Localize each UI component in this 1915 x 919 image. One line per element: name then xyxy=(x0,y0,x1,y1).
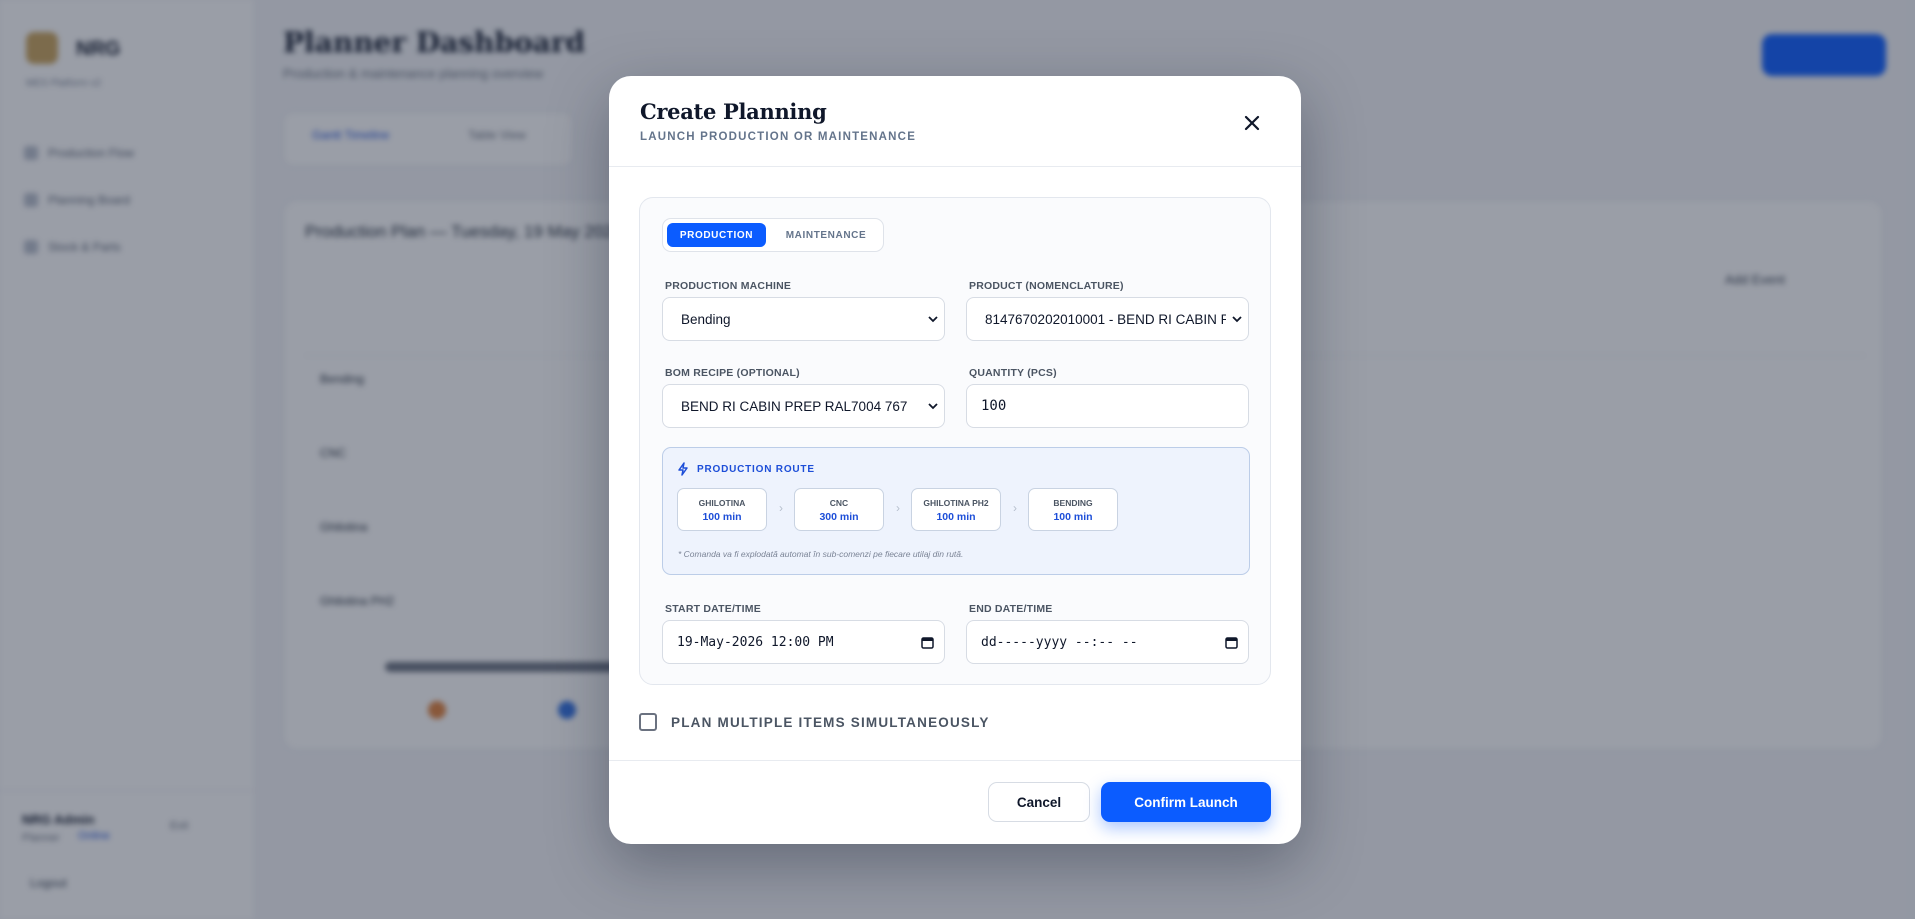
route-step-time: 100 min xyxy=(936,511,976,523)
product-select-value: 8147670202010001 - BEND RI CABIN PREP RA… xyxy=(985,311,1226,327)
route-step: BENDING 100 min xyxy=(1028,488,1118,531)
end-datetime-input[interactable]: dd-----yyyy --:-- -- xyxy=(966,620,1249,664)
lightning-icon xyxy=(678,462,688,476)
chevron-right-icon: › xyxy=(896,501,900,515)
calendar-icon[interactable] xyxy=(1214,636,1248,649)
machine-select-value: Bending xyxy=(681,311,731,327)
end-datetime-value: dd-----yyyy --:-- -- xyxy=(981,634,1138,650)
route-step-time: 300 min xyxy=(819,511,859,523)
product-select[interactable]: 8147670202010001 - BEND RI CABIN PREP RA… xyxy=(966,297,1249,341)
route-step-time: 100 min xyxy=(702,511,742,523)
confirm-launch-button[interactable]: Confirm Launch xyxy=(1101,782,1271,822)
modal-header: Create Planning LAUNCH PRODUCTION OR MAI… xyxy=(609,76,1301,167)
quantity-input[interactable]: 100 xyxy=(966,384,1249,428)
route-step: CNC 300 min xyxy=(794,488,884,531)
quantity-input-value: 100 xyxy=(981,398,1007,414)
route-step-name: GHILOTINA PH2 xyxy=(923,498,989,508)
route-step-name: CNC xyxy=(829,498,849,508)
close-button[interactable] xyxy=(1239,110,1265,136)
chevron-right-icon: › xyxy=(1013,501,1017,515)
bom-select-value: BEND RI CABIN PREP RAL7004 767 xyxy=(681,398,908,414)
quantity-label: QUANTITY (PCS) xyxy=(969,367,1057,379)
bom-select[interactable]: BEND RI CABIN PREP RAL7004 767 xyxy=(662,384,945,428)
chevron-down-icon xyxy=(1226,315,1248,323)
bom-label: BOM RECIPE (OPTIONAL) xyxy=(665,367,800,379)
close-icon xyxy=(1244,115,1260,131)
route-step-name: GHILOTINA xyxy=(698,498,746,508)
multi-items-label[interactable]: PLAN MULTIPLE ITEMS SIMULTANEOUSLY xyxy=(671,715,990,730)
production-route: PRODUCTION ROUTE GHILOTINA 100 min › CNC… xyxy=(662,447,1250,575)
start-date-label: START DATE/TIME xyxy=(665,603,761,615)
start-datetime-value: 19-May-2026 12:00 PM xyxy=(677,634,834,650)
mode-production-button[interactable]: PRODUCTION xyxy=(667,223,766,247)
route-step: GHILOTINA PH2 100 min xyxy=(911,488,1001,531)
multi-items-row: PLAN MULTIPLE ITEMS SIMULTANEOUSLY xyxy=(639,713,990,731)
multi-items-checkbox[interactable] xyxy=(639,713,657,731)
end-date-label: END DATE/TIME xyxy=(969,603,1053,615)
chevron-right-icon: › xyxy=(779,501,783,515)
product-label: PRODUCT (NOMENCLATURE) xyxy=(969,280,1124,292)
planning-form-panel: PRODUCTION MAINTENANCE PRODUCTION MACHIN… xyxy=(639,197,1271,685)
route-step-name: BENDING xyxy=(1053,498,1093,508)
machine-select[interactable]: Bending xyxy=(662,297,945,341)
modal-title: Create Planning xyxy=(640,99,827,124)
chevron-down-icon xyxy=(922,402,944,410)
start-datetime-input[interactable]: 19-May-2026 12:00 PM xyxy=(662,620,945,664)
modal-subtitle: LAUNCH PRODUCTION OR MAINTENANCE xyxy=(640,131,917,143)
mode-toggle: PRODUCTION MAINTENANCE xyxy=(662,218,884,252)
chevron-down-icon xyxy=(922,315,944,323)
route-step: GHILOTINA 100 min xyxy=(677,488,767,531)
route-step-time: 100 min xyxy=(1053,511,1093,523)
machine-label: PRODUCTION MACHINE xyxy=(665,280,792,292)
cancel-button[interactable]: Cancel xyxy=(988,782,1090,822)
calendar-icon[interactable] xyxy=(910,636,944,649)
create-planning-modal: Create Planning LAUNCH PRODUCTION OR MAI… xyxy=(609,76,1301,844)
route-note: * Comanda va fi explodată automat în sub… xyxy=(678,549,964,559)
mode-maintenance-button[interactable]: MAINTENANCE xyxy=(771,223,881,247)
route-title: PRODUCTION ROUTE xyxy=(697,464,815,475)
